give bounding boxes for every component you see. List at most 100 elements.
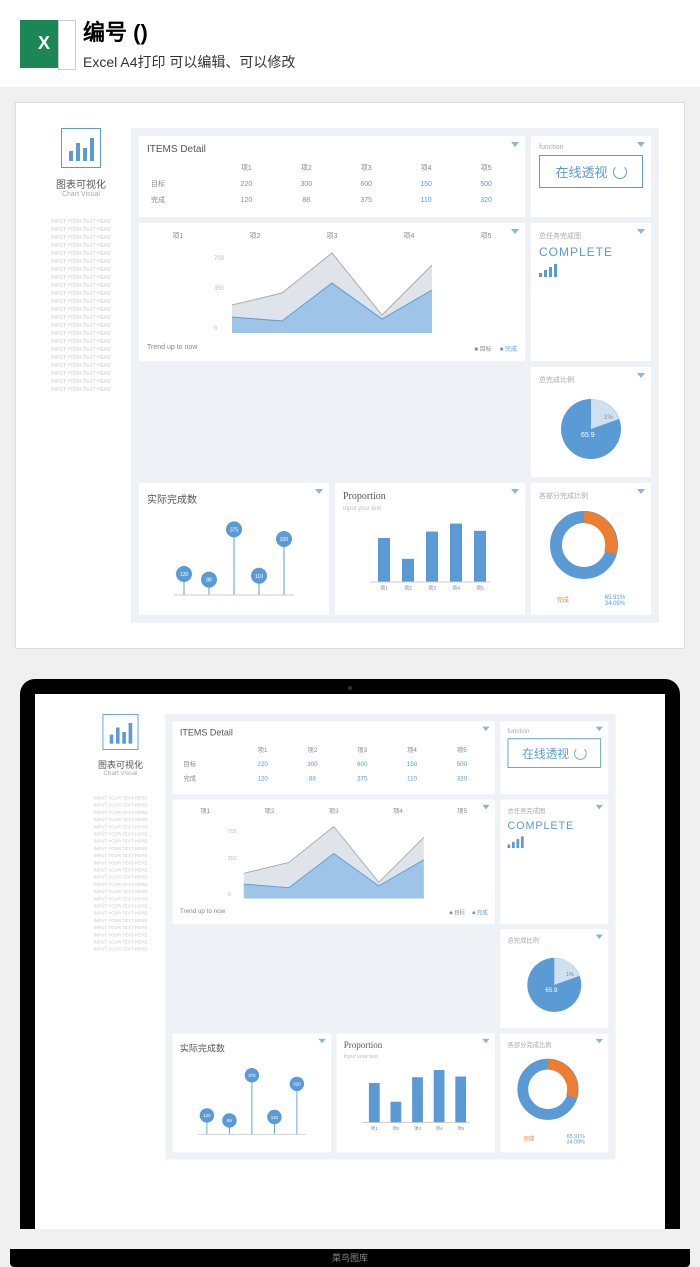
- donut-stats: 完成 65.91%34.09%: [508, 1134, 602, 1145]
- page-subtitle: Excel A4打印 可以编辑、可以修改: [83, 52, 295, 72]
- chevron-down-icon[interactable]: [637, 229, 645, 234]
- proportion-panel: Proportion Input your text 项1项2项3项4项5: [335, 483, 525, 615]
- svg-text:110: 110: [255, 574, 263, 580]
- laptop-base: 菜鸟图库: [10, 1249, 690, 1267]
- donut-panel: 各部分完成比例 完成 65.91%34.09%: [531, 483, 651, 615]
- signal-icon: [539, 264, 643, 277]
- svg-text:320: 320: [293, 1082, 301, 1087]
- chevron-down-icon[interactable]: [319, 1039, 326, 1044]
- svg-text:375: 375: [248, 1073, 256, 1078]
- sidebar-subtitle: Chart Visual: [85, 771, 157, 777]
- sidebar-subtitle: Chart Visual: [41, 191, 121, 198]
- svg-text:120: 120: [203, 1113, 211, 1118]
- chevron-down-icon[interactable]: [511, 142, 519, 147]
- svg-text:88: 88: [206, 578, 212, 584]
- svg-text:项1: 项1: [371, 1126, 378, 1132]
- chevron-down-icon[interactable]: [596, 935, 603, 940]
- donut-stats: 完成 65.91%34.09%: [539, 595, 643, 607]
- trend-caption: Trend up to now: [147, 344, 197, 353]
- items-detail-panel: ITEMS Detail 项1项2项3项4项5目标220300600150500…: [139, 136, 525, 217]
- svg-text:88: 88: [227, 1118, 233, 1123]
- area-legend: 项1项2项3项4项5: [180, 807, 488, 816]
- svg-text:110: 110: [271, 1115, 279, 1120]
- svg-text:项3: 项3: [414, 1126, 421, 1132]
- chevron-down-icon[interactable]: [315, 489, 323, 494]
- svg-text:700: 700: [214, 256, 225, 262]
- pie-panel: 总完成比例 65.9 1%: [500, 929, 608, 1028]
- chevron-down-icon[interactable]: [482, 805, 489, 810]
- items-table: 项1项2项3项4项5目标220300600150500完成12088375110…: [180, 742, 488, 787]
- lollipop-chart: 120 88 375 110 320: [180, 1058, 324, 1139]
- pie-chart: 65.9 1%: [546, 389, 636, 469]
- trend-legend: ■ 目标 ■ 完成: [474, 344, 517, 353]
- panel-label: function: [508, 728, 602, 734]
- svg-text:项3: 项3: [428, 586, 436, 592]
- panel-label: 总任务完成图: [539, 231, 643, 241]
- bar-chart: 项1项2项3项4项5: [343, 512, 517, 592]
- svg-text:项2: 项2: [404, 586, 412, 592]
- lollipop-panel: 实际完成数 12088375110320: [139, 483, 329, 615]
- sidebar-title: 图表可视化: [85, 757, 157, 771]
- panel-label: 总任务完成图: [508, 807, 602, 816]
- area-chart: 700 350 0: [147, 245, 517, 335]
- svg-text:项1: 项1: [380, 586, 388, 592]
- panel-title: 实际完成数: [147, 491, 321, 506]
- camera-icon: [348, 686, 352, 690]
- panel-title: ITEMS Detail: [147, 144, 517, 155]
- svg-text:项4: 项4: [436, 1126, 443, 1132]
- chevron-down-icon[interactable]: [637, 373, 645, 378]
- chevron-down-icon[interactable]: [596, 805, 603, 810]
- online-perspective-button[interactable]: 在线透视: [539, 155, 643, 188]
- panel-title: 实际完成数: [180, 1041, 324, 1055]
- bar-chart: 项1 项2 项3 项4 项5: [344, 1060, 488, 1132]
- preview-card-top: 图表可视化 Chart Visual INPUT YOUR TEXT HEREI…: [15, 102, 685, 649]
- chevron-down-icon[interactable]: [511, 229, 519, 234]
- page-header: X 编号 () Excel A4打印 可以编辑、可以修改: [0, 0, 700, 87]
- chevron-down-icon[interactable]: [637, 142, 645, 147]
- chevron-down-icon[interactable]: [482, 727, 489, 732]
- chevron-down-icon[interactable]: [596, 727, 603, 732]
- chevron-down-icon[interactable]: [511, 489, 519, 494]
- refresh-icon: [613, 165, 627, 179]
- placeholder-text: INPUT YOUR TEXT HEREINPUT YOUR TEXT HERE…: [85, 795, 157, 953]
- svg-text:1%: 1%: [604, 415, 613, 421]
- svg-text:1%: 1%: [566, 972, 574, 978]
- chevron-down-icon[interactable]: [596, 1039, 603, 1044]
- area-chart-panel: 项1项2项3项4项5 700 350 0 Trend up to now ■ 目…: [139, 223, 525, 361]
- sidebar: 图表可视化 Chart Visual INPUT YOUR TEXT HEREI…: [41, 128, 121, 623]
- panel-title: ITEMS Detail: [180, 728, 488, 738]
- items-table: 项1项2项3项4项5目标220300600150500完成12088375110…: [147, 159, 517, 209]
- proportion-panel: Proportion Input your text 项1项2项3项4项5: [337, 1034, 495, 1153]
- area-legend: 项1项2项3项4项5: [147, 231, 517, 241]
- pie-panel: 总完成比例 65.9 1%: [531, 367, 651, 477]
- svg-text:375: 375: [230, 527, 239, 533]
- donut-chart: [508, 1053, 589, 1125]
- trend-caption: Trend up to now: [180, 908, 225, 916]
- online-perspective-button[interactable]: 在线透视: [508, 738, 602, 768]
- svg-text:65.9: 65.9: [545, 987, 558, 994]
- chevron-down-icon[interactable]: [482, 1039, 489, 1044]
- area-chart: 700 350 0: [180, 819, 488, 900]
- pie-chart: 65.9 1%: [514, 949, 595, 1021]
- svg-text:项2: 项2: [392, 1126, 399, 1132]
- svg-text:0: 0: [214, 326, 218, 332]
- laptop-mockup: 图表可视化 Chart Visual INPUT YOUR TEXT HEREI…: [20, 679, 680, 1229]
- complete-panel: 总任务完成图 COMPLETE: [531, 223, 651, 361]
- svg-text:350: 350: [214, 286, 225, 292]
- svg-text:350: 350: [228, 856, 237, 862]
- lollipop-chart: 12088375110320: [147, 510, 321, 600]
- svg-text:65.9: 65.9: [581, 432, 595, 439]
- bar-chart-icon: [61, 128, 101, 168]
- page-title: 编号 (): [83, 15, 295, 47]
- lollipop-panel: 实际完成数 120 88 375 110 320: [173, 1034, 331, 1153]
- complete-text: COMPLETE: [539, 245, 643, 259]
- svg-text:项5: 项5: [457, 1126, 464, 1132]
- svg-text:0: 0: [228, 892, 231, 898]
- donut-panel: 各部分完成比例 完成 65.91%34.09%: [500, 1034, 608, 1153]
- svg-text:700: 700: [228, 829, 237, 835]
- chevron-down-icon[interactable]: [637, 489, 645, 494]
- donut-chart: [539, 505, 629, 585]
- complete-text: COMPLETE: [508, 819, 602, 832]
- sidebar-title: 图表可视化: [41, 176, 121, 191]
- panel-label: function: [539, 144, 643, 151]
